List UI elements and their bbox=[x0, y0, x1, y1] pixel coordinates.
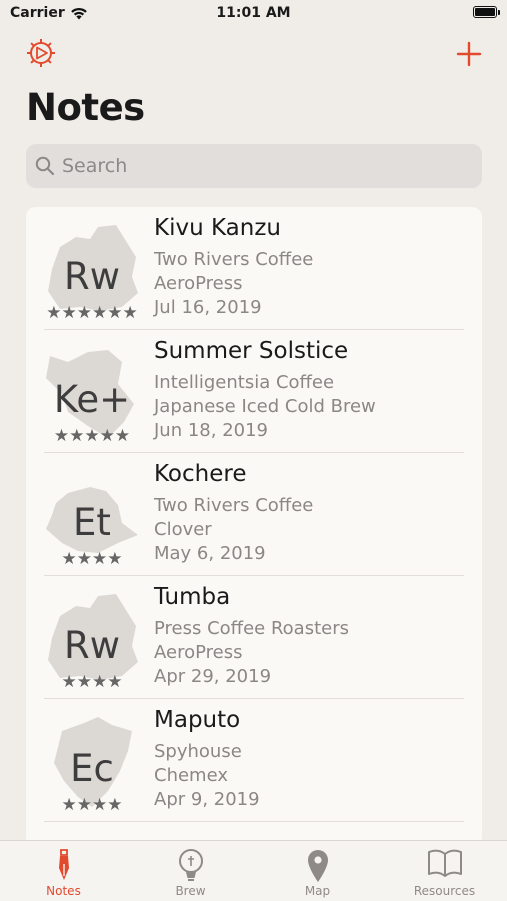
origin-thumbnail: Rw ★★★★ bbox=[38, 588, 146, 692]
settings-button[interactable] bbox=[24, 36, 58, 70]
map-pin-icon bbox=[307, 850, 328, 882]
note-row[interactable]: Rw ★★★★ Tumba Press Coffee Roasters Aero… bbox=[26, 576, 482, 699]
origin-code: Et bbox=[73, 501, 111, 544]
origin-code: Ec bbox=[70, 747, 114, 790]
rating-stars: ★★★★ bbox=[61, 795, 123, 815]
brew-method: Japanese Iced Cold Brew bbox=[154, 396, 376, 417]
lightbulb-icon bbox=[178, 849, 203, 881]
tab-label: Notes bbox=[46, 884, 81, 898]
origin-thumbnail: Et ★★★★ bbox=[38, 465, 146, 569]
origin-thumbnail: Ec ★★★★ bbox=[38, 711, 146, 815]
roaster-name: Two Rivers Coffee bbox=[154, 495, 314, 516]
origin-thumbnail: Rw ★★★★★★ bbox=[38, 219, 146, 323]
tab-map[interactable]: Map bbox=[254, 841, 381, 901]
rating-stars: ★★★★ bbox=[61, 672, 123, 692]
note-date: Apr 9, 2019 bbox=[154, 789, 260, 810]
row-divider bbox=[44, 821, 464, 822]
rating-stars: ★★★★★ bbox=[53, 426, 131, 446]
roaster-name: Intelligentsia Coffee bbox=[154, 372, 335, 393]
roaster-name: Spyhouse bbox=[154, 741, 242, 762]
note-date: Apr 29, 2019 bbox=[154, 666, 272, 687]
brew-method: Clover bbox=[154, 519, 212, 540]
tab-resources[interactable]: Resources bbox=[381, 841, 507, 901]
note-title: Kochere bbox=[154, 461, 247, 487]
search-bar[interactable] bbox=[26, 144, 482, 188]
note-title: Summer Solstice bbox=[154, 338, 349, 364]
brew-method: AeroPress bbox=[154, 642, 243, 663]
battery-icon bbox=[473, 6, 500, 18]
tab-label: Brew bbox=[175, 884, 206, 898]
search-input[interactable] bbox=[62, 144, 462, 188]
note-row[interactable]: Rw ★★★★★★ Kivu Kanzu Two Rivers Coffee A… bbox=[26, 207, 482, 330]
note-title: Maputo bbox=[154, 707, 241, 733]
tab-label: Map bbox=[304, 884, 331, 898]
tab-notes[interactable]: Notes bbox=[0, 841, 127, 901]
origin-code: Ke+ bbox=[53, 378, 131, 421]
gear-timer-icon bbox=[27, 39, 55, 67]
search-icon bbox=[35, 156, 55, 176]
origin-code: Rw bbox=[64, 255, 120, 298]
roaster-name: Press Coffee Roasters bbox=[154, 618, 349, 639]
rating-stars: ★★★★★★ bbox=[46, 303, 138, 323]
tab-bar: Notes Brew Map Resources bbox=[0, 840, 507, 901]
brew-method: Chemex bbox=[154, 765, 228, 786]
note-date: May 6, 2019 bbox=[154, 543, 266, 564]
status-bar: Carrier 11:01 AM bbox=[0, 0, 507, 28]
brew-method: AeroPress bbox=[154, 273, 243, 294]
note-row[interactable]: Et ★★★★ Kochere Two Rivers Coffee Clover… bbox=[26, 453, 482, 576]
note-date: Jun 18, 2019 bbox=[154, 420, 269, 441]
notes-list[interactable]: Rw ★★★★★★ Kivu Kanzu Two Rivers Coffee A… bbox=[26, 207, 482, 847]
note-row[interactable]: Ke+ ★★★★★ Summer Solstice Intelligentsia… bbox=[26, 330, 482, 453]
plus-icon bbox=[456, 41, 482, 67]
tab-brew[interactable]: Brew bbox=[127, 841, 254, 901]
note-date: Jul 16, 2019 bbox=[154, 297, 262, 318]
note-title: Kivu Kanzu bbox=[154, 215, 281, 241]
add-note-button[interactable] bbox=[453, 38, 485, 70]
origin-code: Rw bbox=[64, 624, 120, 667]
note-row[interactable]: Ec ★★★★ Maputo Spyhouse Chemex Apr 9, 20… bbox=[26, 699, 482, 822]
page-title: Notes bbox=[26, 86, 145, 129]
note-title: Tumba bbox=[154, 584, 231, 610]
roaster-name: Two Rivers Coffee bbox=[154, 249, 314, 270]
pen-nib-icon bbox=[58, 849, 69, 880]
book-icon bbox=[427, 849, 462, 877]
status-time: 11:01 AM bbox=[216, 5, 291, 21]
origin-thumbnail: Ke+ ★★★★★ bbox=[38, 342, 146, 446]
tab-label: Resources bbox=[413, 884, 476, 898]
rating-stars: ★★★★ bbox=[61, 549, 123, 569]
